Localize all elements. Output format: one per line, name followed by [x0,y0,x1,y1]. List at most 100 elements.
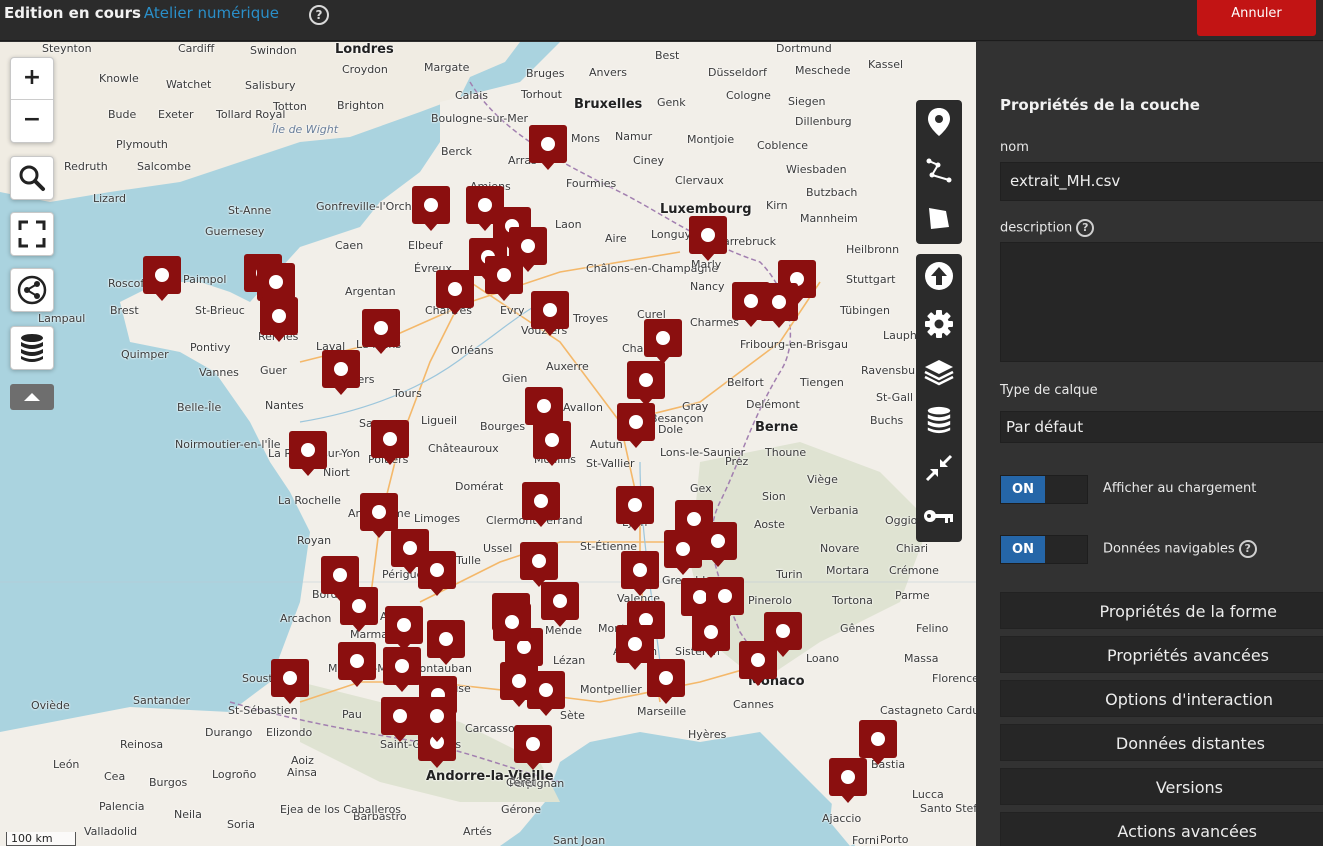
map-marker[interactable] [521,481,561,529]
show-on-load-toggle[interactable]: ON [1000,475,1088,504]
marker-pin-icon [533,421,571,466]
map-marker[interactable] [426,619,466,667]
place-label: Cea [104,770,126,783]
data-layers-button[interactable] [10,326,54,370]
import-button[interactable] [919,256,959,296]
map-marker[interactable] [361,308,401,356]
layer-type-select[interactable]: Par défaut [1000,411,1323,443]
browsable-label: Données navigables? [1103,540,1257,558]
advanced-actions-section[interactable]: Actions avancées [1000,812,1323,846]
place-label: Porto [880,833,909,846]
map-marker[interactable] [828,757,868,805]
help-icon[interactable]: ? [1076,219,1095,237]
map-marker[interactable] [339,586,379,634]
map-marker[interactable] [492,602,532,650]
zoom-in-button[interactable]: + [11,58,53,100]
layers-icon [924,360,954,386]
map-marker[interactable] [411,185,451,233]
map-marker[interactable] [417,696,457,744]
place-label: Limoges [414,512,461,525]
permissions-button[interactable] [919,496,959,536]
fullscreen-button[interactable] [10,212,54,256]
place-label: Domérat [455,480,504,493]
remote-data-section[interactable]: Données distantes [1000,724,1323,761]
map-marker[interactable] [698,521,738,569]
versions-section[interactable]: Versions [1000,768,1323,805]
map-marker[interactable] [370,419,410,467]
place-label: Belle-Île [177,401,222,414]
draw-polygon-button[interactable] [919,198,959,238]
place-label: Cannes [733,698,774,711]
place-label: Argentan [345,285,396,298]
marker-pin-icon [692,613,730,658]
marker-pin-icon [699,522,737,567]
map-marker[interactable] [526,670,566,718]
map-marker[interactable] [532,420,572,468]
layer-description-textarea[interactable] [1000,242,1323,362]
place-label: Logroño [212,768,257,781]
map-name-link[interactable]: Atelier numérique [144,4,279,22]
place-label: Ussel [483,542,513,555]
share-button[interactable] [10,268,54,312]
map-marker[interactable] [646,658,686,706]
marker-pin-icon [271,659,309,704]
map-marker[interactable] [530,290,570,338]
place-label: Totton [273,100,307,113]
center-view-button[interactable] [919,448,959,488]
place-label: Turin [776,568,803,581]
place-label: Tortona [832,594,873,607]
layer-name-input[interactable]: extrait_MH.csv [1000,162,1323,201]
zoom-out-button[interactable]: − [11,100,53,142]
map-marker[interactable] [620,550,660,598]
browsable-toggle[interactable]: ON [1000,535,1088,564]
shape-properties-section[interactable]: Propriétés de la forme [1000,592,1323,629]
map-marker[interactable] [643,318,683,366]
caret-up-icon [24,393,40,401]
more-controls-button[interactable] [10,384,54,410]
place-label: Tiengen [800,376,844,389]
map-marker[interactable] [626,360,666,408]
marker-pin-icon [529,125,567,170]
description-label-text: description [1000,220,1073,236]
map-marker[interactable] [528,124,568,172]
advanced-properties-section[interactable]: Propriétés avancées [1000,636,1323,673]
map-marker[interactable] [513,724,553,772]
map-marker[interactable] [142,255,182,303]
help-icon[interactable]: ? [309,5,329,25]
place-label: Ainsa [287,766,318,779]
map-marker[interactable] [270,658,310,706]
cancel-button[interactable]: Annuler [1197,0,1316,36]
map-marker[interactable] [417,550,457,598]
map-marker[interactable] [484,255,524,303]
map-marker[interactable] [759,282,799,330]
place-label: Brighton [337,99,385,112]
map-marker[interactable] [738,640,778,688]
map-marker[interactable] [288,430,328,478]
place-label: Crémone [889,564,939,577]
help-icon[interactable]: ? [1238,540,1257,558]
draw-polyline-button[interactable] [919,150,959,190]
place-label: Elbeuf [408,239,443,252]
tilelayers-button[interactable] [919,352,959,392]
map-settings-button[interactable] [919,304,959,344]
map-view[interactable]: Londres Cardiff Swindon Croydon Margate Steyn… [0,42,976,846]
place-label: Céret [506,776,536,789]
draw-marker-button[interactable] [919,102,959,142]
map-marker[interactable] [259,296,299,344]
datalayers-button[interactable] [919,400,959,440]
map-marker[interactable] [688,215,728,263]
fullscreen-icon [18,220,46,248]
place-label: Guernesey [205,225,265,238]
place-label: Lampaul [38,312,86,325]
map-marker[interactable] [615,485,655,533]
map-marker[interactable] [540,581,580,629]
map-marker[interactable] [382,646,422,694]
search-button[interactable] [10,156,54,200]
map-marker[interactable] [663,529,703,577]
marker-pin-icon [143,256,181,301]
map-marker[interactable] [337,641,377,689]
interaction-options-section[interactable]: Options d'interaction [1000,680,1323,717]
map-marker[interactable] [691,612,731,660]
map-marker[interactable] [321,349,361,397]
map-marker[interactable] [616,402,656,450]
